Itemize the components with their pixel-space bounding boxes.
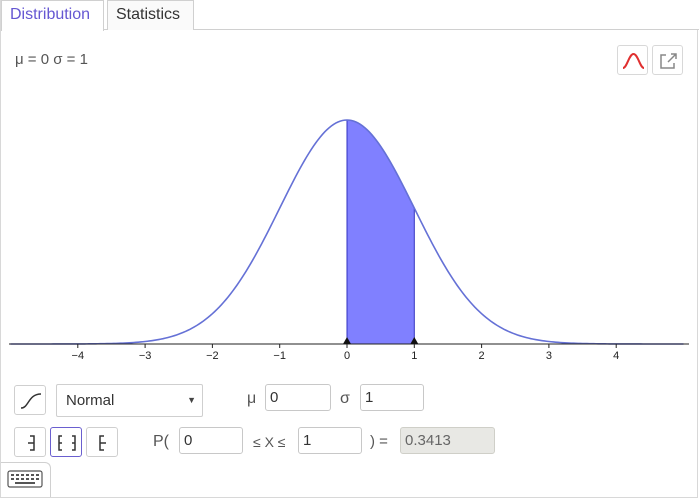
x-tick-label: 3 [546,350,552,362]
probability-calculator: Distribution Statistics μ = 0 σ = 1 −4 −3… [0,0,699,498]
probability-suffix: ) = [370,433,388,450]
x-tick-label: 1 [411,350,417,362]
tab-bar: Distribution Statistics [1,0,699,31]
interval-bracket-icon [58,435,76,451]
cumulative-toggle-button[interactable] [14,385,46,415]
x-tick-label: −1 [273,350,286,362]
mu-label: μ [247,390,257,407]
x-tick-label: −3 [139,350,152,362]
x-tick-label: 0 [344,350,350,362]
shaded-probability-area [346,119,415,345]
export-button[interactable] [652,45,683,75]
sigma-label: σ [340,390,350,407]
x-tick-label: 4 [613,350,619,362]
sigma-input[interactable]: 1 [360,384,424,411]
parameters-summary: μ = 0 σ = 1 [15,51,88,68]
left-bracket-icon [28,435,35,451]
export-icon [660,53,677,69]
inequality-label: ≤ X ≤ [253,434,286,450]
left-sided-button[interactable] [14,427,46,457]
distribution-select-value: Normal [66,392,115,409]
mu-input[interactable]: 0 [265,384,331,411]
distribution-select[interactable]: Normal ▼ [56,384,203,417]
upper-bound-input[interactable]: 1 [298,427,362,454]
x-tick-label: −4 [72,350,85,362]
overlay-normal-curve-button[interactable] [617,45,648,75]
tab-statistics[interactable]: Statistics [107,0,194,30]
dropdown-caret-icon: ▼ [187,395,196,405]
probability-result: 0.3413 [400,427,495,454]
cumulative-curve-icon [20,393,42,409]
keyboard-icon [7,470,43,488]
tab-distribution[interactable]: Distribution [1,0,104,31]
x-tick-label: −2 [206,350,219,362]
x-tick-label: 2 [479,350,485,362]
keyboard-toggle[interactable] [1,462,51,497]
right-bracket-icon [99,435,106,451]
lower-bound-input[interactable]: 0 [179,427,243,454]
interval-button[interactable] [50,427,82,457]
right-sided-button[interactable] [86,427,118,457]
distribution-graph: −4 −3 −2 −1 0 1 2 3 4 [9,119,689,362]
probability-prefix: P( [153,433,169,450]
bell-curve-icon [622,52,645,69]
